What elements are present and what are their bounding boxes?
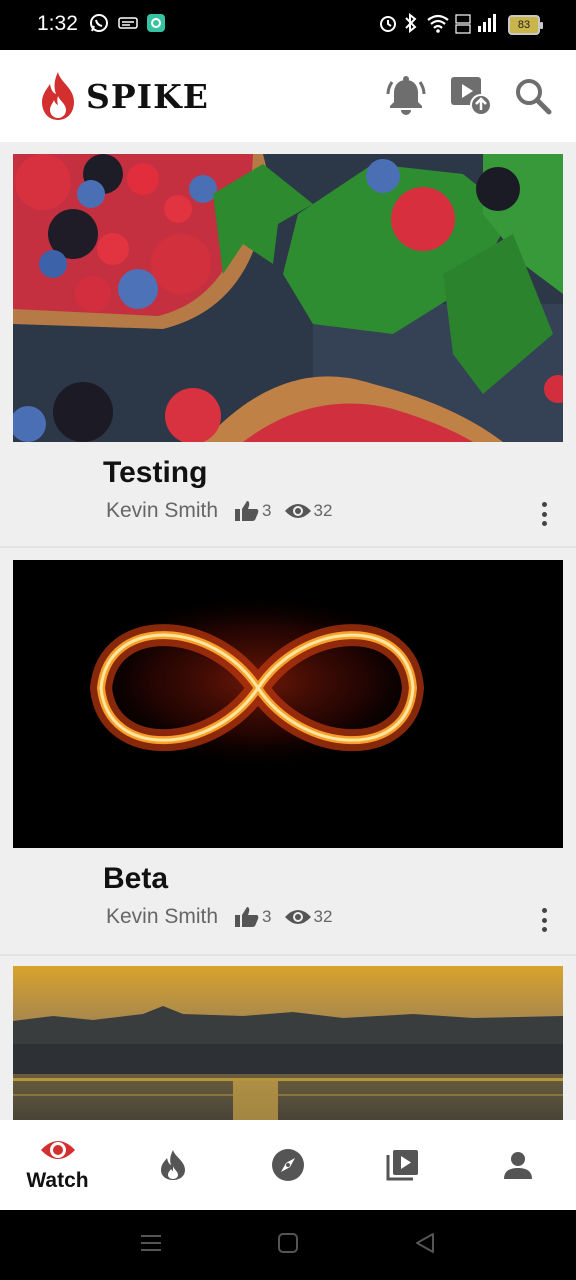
like-count: 3 xyxy=(262,907,272,926)
upload-video-icon[interactable] xyxy=(449,74,493,116)
flame-icon xyxy=(160,1150,185,1180)
news-app-icon xyxy=(118,17,138,29)
alarm-icon xyxy=(380,16,396,32)
nav-item-explore[interactable] xyxy=(230,1120,345,1210)
bell-icon[interactable] xyxy=(386,74,426,116)
bottom-navigation: Watch xyxy=(0,1120,576,1210)
eye-icon xyxy=(284,504,311,518)
system-navigation-bar xyxy=(0,1210,576,1280)
app-bar: SPIKE xyxy=(0,50,576,142)
volte-icon xyxy=(455,14,471,34)
status-bar: 1:32 83 xyxy=(0,0,576,50)
app-logo[interactable]: SPIKE xyxy=(86,77,209,116)
eye-icon xyxy=(40,1141,75,1159)
nav-item-library[interactable] xyxy=(345,1120,460,1210)
nav-item-watch[interactable]: Watch xyxy=(0,1120,115,1210)
video-feed: Testing Kevin Smith 3 32 Beta Kevin Smit… xyxy=(0,142,576,1120)
video-meta: Kevin Smith 3 32 xyxy=(106,904,344,930)
video-title[interactable]: Beta xyxy=(103,862,168,896)
video-thumbnail[interactable] xyxy=(13,966,563,1120)
home-icon[interactable] xyxy=(277,1232,299,1254)
video-thumbnail[interactable] xyxy=(13,154,563,442)
whatsapp-icon xyxy=(90,14,108,32)
back-icon[interactable] xyxy=(414,1232,436,1254)
battery-indicator: 83 xyxy=(508,15,543,35)
view-count: 32 xyxy=(313,501,333,520)
eye-icon xyxy=(284,910,311,924)
video-meta: Kevin Smith 3 32 xyxy=(106,498,344,524)
chat-app-icon xyxy=(147,14,165,32)
more-vertical-icon[interactable] xyxy=(534,905,554,935)
search-icon[interactable] xyxy=(514,77,552,115)
video-author[interactable]: Kevin Smith xyxy=(106,499,218,523)
wifi-icon xyxy=(427,14,449,33)
video-card[interactable]: Beta Kevin Smith 3 32 xyxy=(0,548,576,954)
thumbs-up-icon[interactable] xyxy=(234,906,260,928)
compass-icon xyxy=(271,1149,304,1181)
menu-icon[interactable] xyxy=(140,1232,162,1254)
signal-icon xyxy=(478,14,496,32)
view-count: 32 xyxy=(313,907,333,926)
nav-label-watch: Watch xyxy=(26,1169,89,1192)
person-icon xyxy=(503,1152,532,1179)
thumbs-up-icon[interactable] xyxy=(234,500,260,522)
more-vertical-icon[interactable] xyxy=(534,499,554,529)
video-card[interactable] xyxy=(0,956,576,1120)
bluetooth-icon xyxy=(405,13,417,33)
video-author[interactable]: Kevin Smith xyxy=(106,905,218,929)
like-count: 3 xyxy=(262,501,272,520)
nav-item-trending[interactable] xyxy=(115,1120,230,1210)
nav-item-profile[interactable] xyxy=(460,1120,575,1210)
status-time: 1:32 xyxy=(37,12,78,35)
flame-logo-icon xyxy=(42,72,74,120)
video-thumbnail[interactable] xyxy=(13,560,563,848)
video-title[interactable]: Testing xyxy=(103,456,207,490)
video-library-icon xyxy=(386,1150,418,1181)
video-card[interactable]: Testing Kevin Smith 3 32 xyxy=(0,142,576,546)
